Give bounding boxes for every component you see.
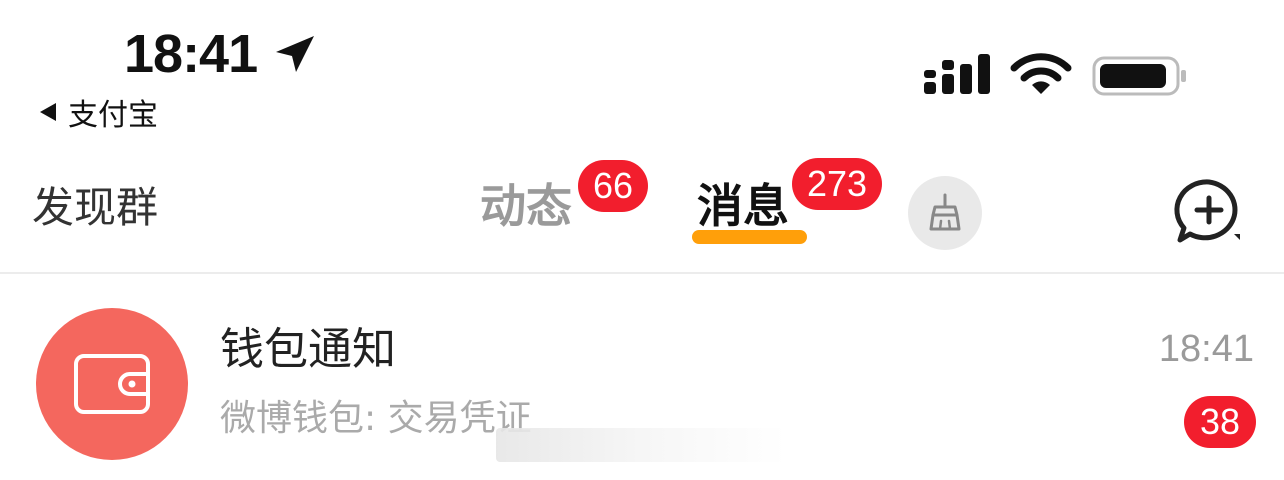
unread-count-badge: 38 — [1184, 396, 1256, 448]
broom-icon — [929, 193, 961, 231]
wifi-icon — [1010, 53, 1072, 94]
wallet-avatar — [36, 308, 188, 460]
back-triangle-icon — [40, 103, 56, 121]
status-time: 18:41 — [124, 24, 258, 84]
add-chat-icon[interactable] — [1172, 176, 1246, 246]
battery-icon — [1092, 56, 1186, 96]
tab-dongtai-badge: 66 — [578, 160, 648, 212]
message-time: 18:41 — [1158, 328, 1254, 370]
message-title: 钱包通知 — [220, 324, 396, 375]
header-divider — [0, 272, 1284, 274]
tab-xiaoxi[interactable]: 消息 — [697, 176, 789, 236]
location-arrow-icon — [276, 36, 314, 72]
active-tab-indicator — [692, 230, 807, 244]
clear-unread-button[interactable] — [908, 176, 982, 250]
messages-screen: 18:41 支付宝 发现群 动态 66 消息 273 钱包通知 微博钱包: 交易… — [0, 0, 1284, 480]
list-item[interactable]: 钱包通知 微博钱包: 交易凭证 18:41 38 — [0, 290, 1284, 480]
cellular-signal-icon — [924, 54, 990, 94]
tab-dongtai[interactable]: 动态 — [480, 176, 572, 236]
discover-groups-tab[interactable]: 发现群 — [32, 180, 158, 236]
tab-xiaoxi-badge: 273 — [792, 158, 882, 210]
message-preview: 微博钱包: 交易凭证 — [220, 398, 532, 439]
redaction-blur — [496, 428, 786, 462]
back-app-label: 支付宝 — [68, 98, 158, 133]
back-to-app-button[interactable]: 支付宝 — [38, 92, 158, 133]
wallet-icon — [74, 354, 150, 414]
